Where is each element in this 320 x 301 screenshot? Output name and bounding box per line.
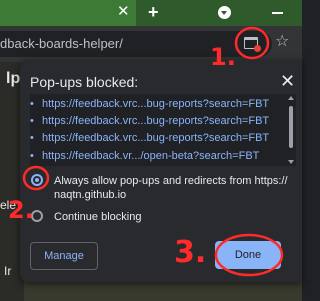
annotation-circle-3 [214,233,284,277]
annotation-marks [22,26,284,277]
annotation-step-3: 3. [174,235,207,270]
annotation-step-2: 2. [8,196,34,224]
annotation-circle-1 [234,26,270,60]
annotation-circle-2 [22,165,50,191]
annotation-step-1: 1. [210,43,236,71]
